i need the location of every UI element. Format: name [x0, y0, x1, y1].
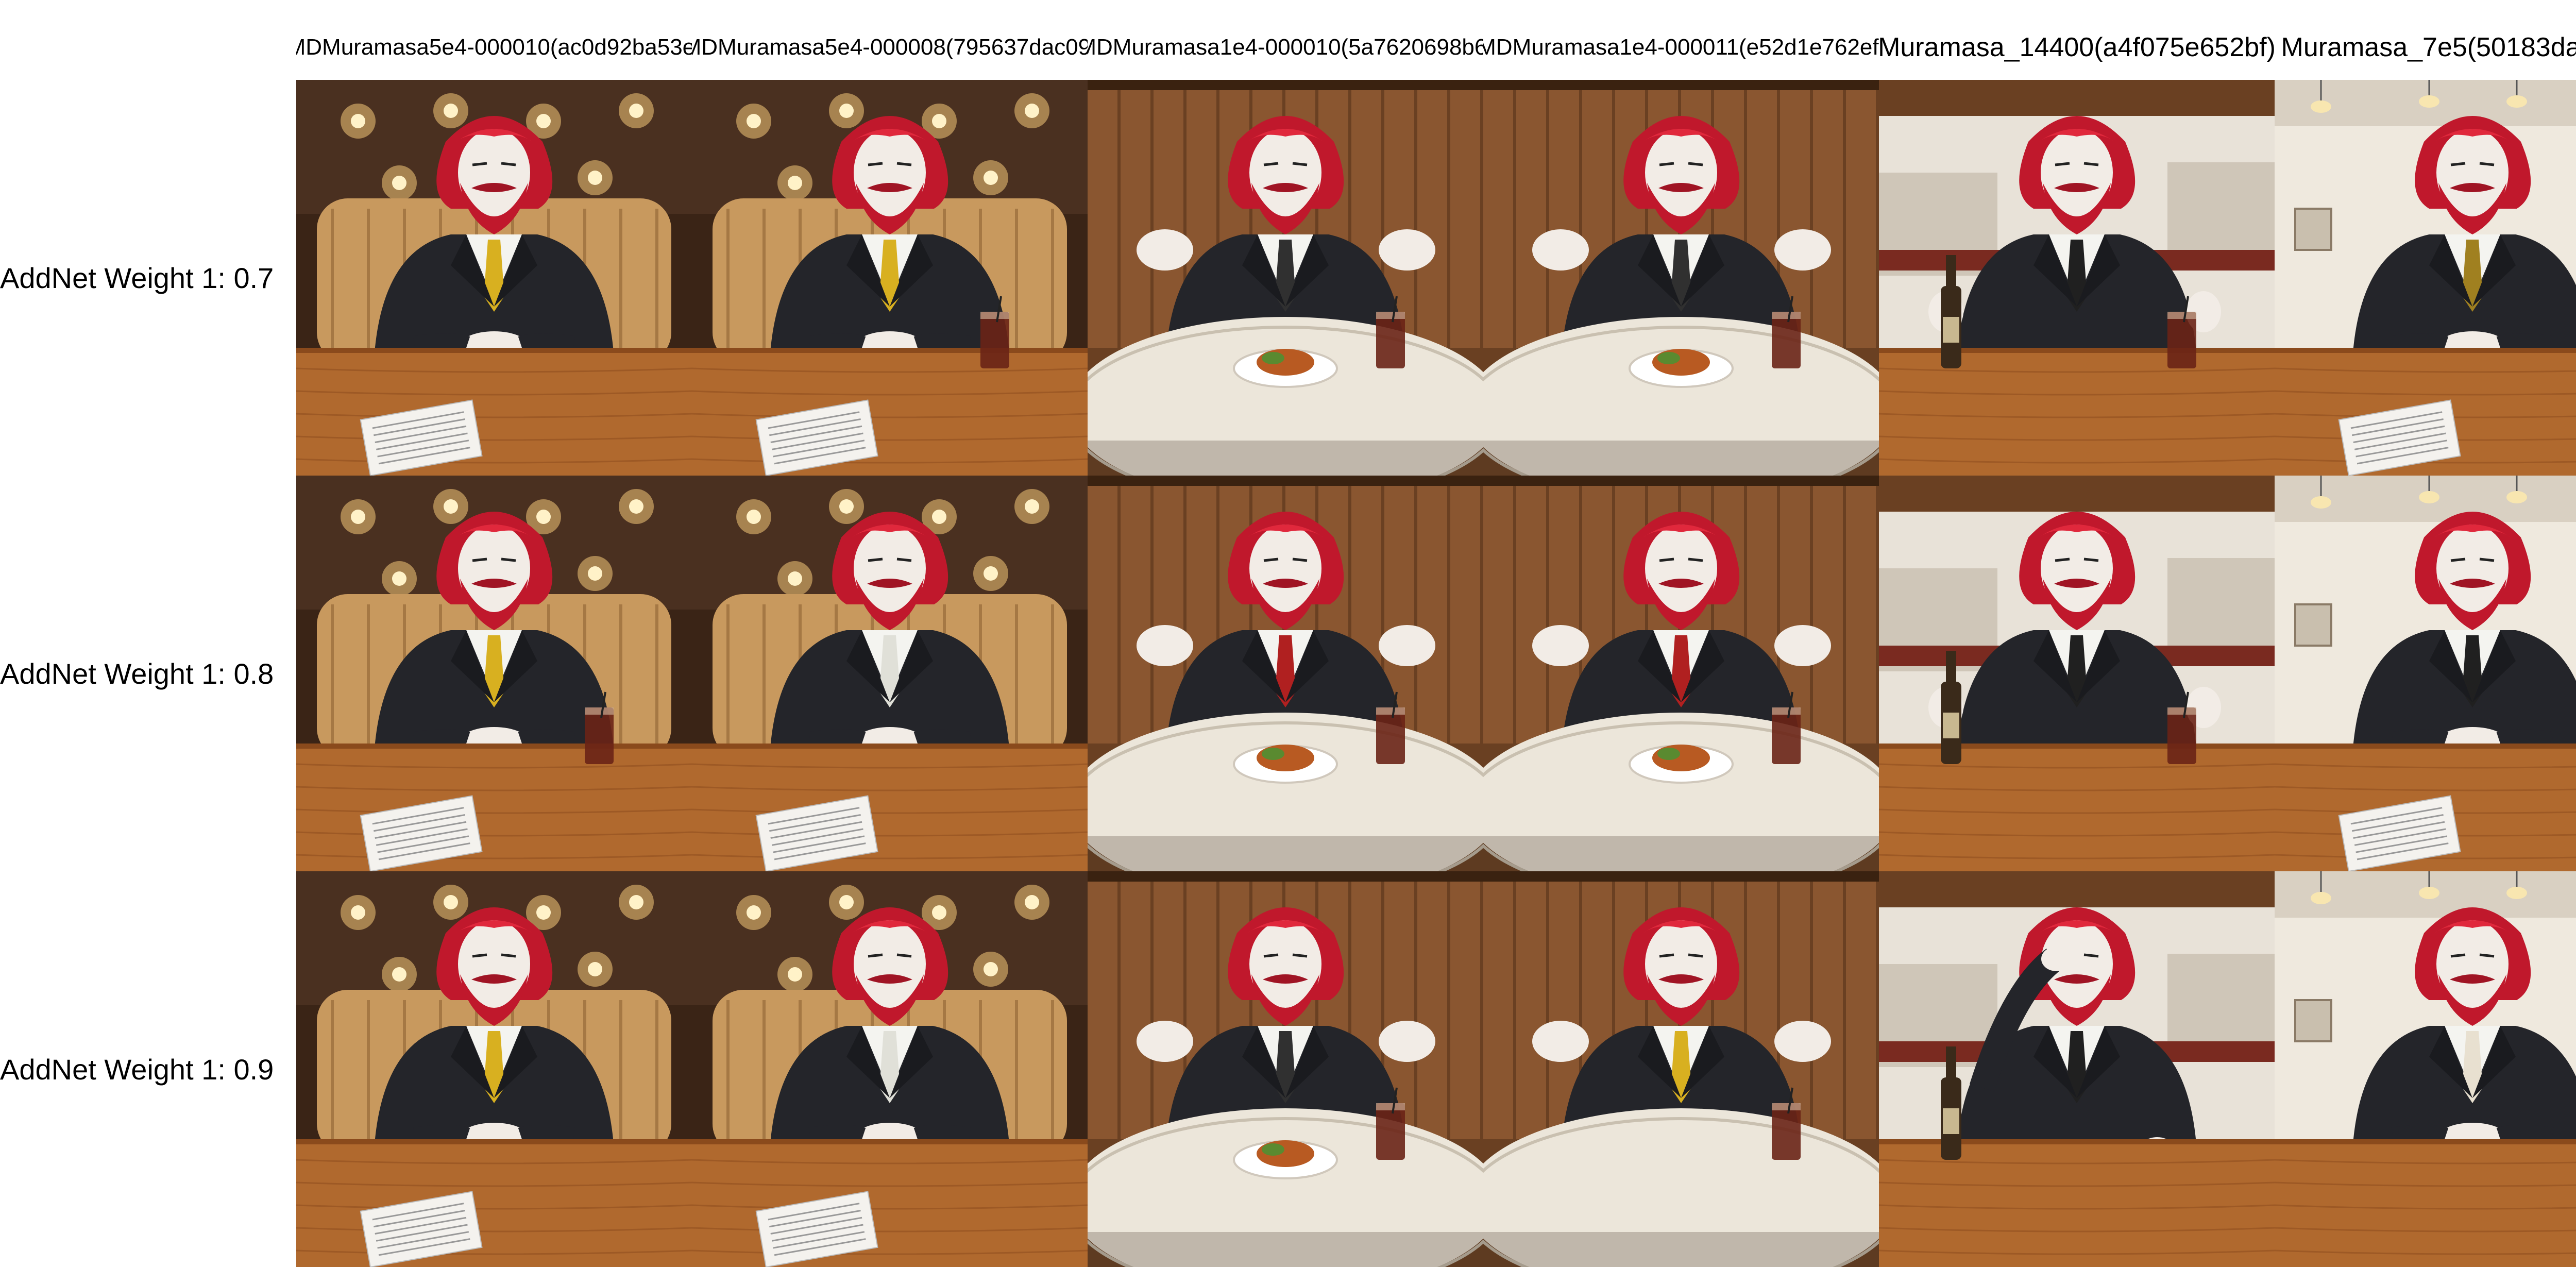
grid-image [692, 871, 1088, 1267]
row-label-3: AddNet Weight 1: 0.9 [0, 1053, 274, 1086]
generated-portrait [1088, 871, 1483, 1267]
generated-portrait [1879, 871, 2275, 1267]
grid-image [692, 476, 1088, 871]
grid-image [296, 871, 692, 1267]
grid-image [2275, 80, 2576, 476]
generated-portrait [692, 871, 1088, 1267]
grid-image [1483, 476, 1879, 871]
generated-portrait [1483, 476, 1879, 871]
generated-portrait [296, 476, 692, 871]
generated-portrait [2275, 476, 2576, 871]
grid-image [692, 80, 1088, 476]
grid-image [1483, 80, 1879, 476]
generated-portrait [296, 871, 692, 1267]
grid-image [1088, 476, 1483, 871]
generated-portrait [1483, 80, 1879, 476]
grid-image [1879, 80, 2275, 476]
generated-portrait [2275, 80, 2576, 476]
generated-portrait [296, 80, 692, 476]
grid-image [296, 80, 692, 476]
grid-image [1088, 80, 1483, 476]
generated-portrait [1088, 80, 1483, 476]
grid-image [1483, 871, 1879, 1267]
grid-image [1088, 871, 1483, 1267]
grid-image [296, 476, 692, 871]
row-label-1: AddNet Weight 1: 0.7 [0, 261, 274, 294]
grid-image [1879, 476, 2275, 871]
generated-portrait [1879, 80, 2275, 476]
grid-image [1879, 871, 2275, 1267]
grid-image [2275, 871, 2576, 1267]
generated-portrait [2275, 871, 2576, 1267]
generated-portrait [692, 476, 1088, 871]
row-label-2: AddNet Weight 1: 0.8 [0, 657, 274, 690]
generated-portrait [692, 80, 1088, 476]
grid-image [2275, 476, 2576, 871]
generated-portrait [1879, 476, 2275, 871]
generated-portrait [1483, 871, 1879, 1267]
generated-portrait [1088, 476, 1483, 871]
